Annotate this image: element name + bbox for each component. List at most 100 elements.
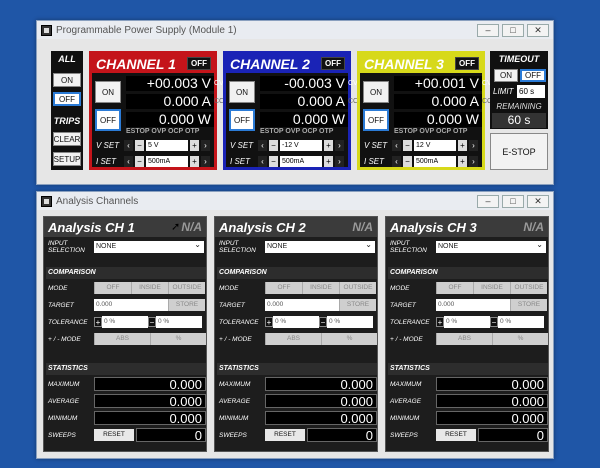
vset-right-arrow-icon[interactable]: ›: [335, 139, 344, 151]
tolerance-plus-icon[interactable]: +: [94, 317, 102, 327]
iset-right-arrow-icon[interactable]: ›: [201, 155, 210, 167]
channel-3-off-button[interactable]: OFF: [363, 109, 389, 131]
abs-mode-button[interactable]: ABS: [265, 333, 321, 345]
maximize-button[interactable]: □: [502, 23, 524, 37]
channel-3-power: 0.000 W: [394, 112, 482, 127]
input-selection-dropdown[interactable]: NONE: [436, 239, 546, 253]
iset-input[interactable]: 500mA: [146, 155, 188, 167]
iset-right-arrow-icon[interactable]: ›: [335, 155, 344, 167]
vset-right-arrow-icon[interactable]: ›: [201, 139, 210, 151]
channel-2-on-button[interactable]: ON: [229, 81, 255, 103]
vset-decrement-button[interactable]: −: [135, 139, 144, 151]
mode-outside-button[interactable]: OUTSIDE: [339, 282, 376, 294]
vset-increment-button[interactable]: +: [190, 139, 199, 151]
tolerance-plus-input[interactable]: 0 %: [444, 316, 490, 328]
mode-off-button[interactable]: OFF: [94, 282, 131, 294]
mode-inside-button[interactable]: INSIDE: [473, 282, 510, 294]
store-button[interactable]: STORE: [168, 299, 205, 311]
store-button[interactable]: STORE: [339, 299, 376, 311]
target-row: TARGET 0.000 STORE: [217, 298, 377, 312]
tolerance-minus-input[interactable]: 0 %: [156, 316, 202, 328]
tolerance-plus-input[interactable]: 0 %: [273, 316, 319, 328]
all-on-button[interactable]: ON: [53, 73, 81, 87]
iset-left-arrow-icon[interactable]: ‹: [124, 155, 133, 167]
timeout-off-button[interactable]: OFF: [520, 69, 546, 82]
reset-button[interactable]: RESET: [94, 429, 134, 441]
tolerance-minus-icon[interactable]: −: [319, 317, 327, 327]
percent-mode-button[interactable]: %: [150, 333, 206, 345]
timeout-on-button[interactable]: ON: [494, 69, 518, 82]
tolerance-plus-icon[interactable]: +: [436, 317, 444, 327]
tolerance-minus-icon[interactable]: −: [148, 317, 156, 327]
vset-increment-button[interactable]: +: [324, 139, 333, 151]
clear-button[interactable]: CLEAR: [53, 132, 81, 146]
vset-decrement-button[interactable]: −: [269, 139, 278, 151]
iset-left-arrow-icon[interactable]: ‹: [258, 155, 267, 167]
iset-decrement-button[interactable]: −: [135, 155, 144, 167]
mode-inside-button[interactable]: INSIDE: [131, 282, 168, 294]
all-off-button[interactable]: OFF: [53, 92, 81, 106]
target-input[interactable]: 0.000: [94, 299, 168, 311]
tolerance-plus-input[interactable]: 0 %: [102, 316, 148, 328]
close-button[interactable]: ✕: [527, 194, 549, 208]
vset-left-arrow-icon[interactable]: ‹: [124, 139, 133, 151]
power-supply-titlebar[interactable]: Programmable Power Supply (Module 1) – □…: [37, 21, 553, 39]
vset-input[interactable]: 12 V: [414, 139, 456, 151]
estop-button[interactable]: E-STOP: [490, 133, 548, 170]
mode-inside-button[interactable]: INSIDE: [302, 282, 339, 294]
vset-input[interactable]: 5 V: [146, 139, 188, 151]
analysis-titlebar[interactable]: Analysis Channels – □ ✕: [37, 192, 553, 210]
mode-off-button[interactable]: OFF: [436, 282, 473, 294]
limit-input[interactable]: 60 s: [517, 85, 545, 98]
vset-input[interactable]: -12 V: [280, 139, 322, 151]
mode-outside-button[interactable]: OUTSIDE: [168, 282, 205, 294]
mode-outside-button[interactable]: OUTSIDE: [510, 282, 547, 294]
input-selection-dropdown[interactable]: NONE: [94, 239, 204, 253]
channel-2-off-button[interactable]: OFF: [229, 109, 255, 131]
iset-increment-button[interactable]: +: [190, 155, 199, 167]
target-input[interactable]: 0.000: [436, 299, 510, 311]
abs-mode-button[interactable]: ABS: [436, 333, 492, 345]
reset-button[interactable]: RESET: [436, 429, 476, 441]
vset-right-arrow-icon[interactable]: ›: [469, 139, 478, 151]
channel-3-on-button[interactable]: ON: [363, 81, 389, 103]
abs-mode-button[interactable]: ABS: [94, 333, 150, 345]
iset-left-arrow-icon[interactable]: ‹: [392, 155, 401, 167]
cc-indicator: CC: [348, 98, 359, 105]
tolerance-minus-icon[interactable]: −: [490, 317, 498, 327]
iset-input[interactable]: 500mA: [414, 155, 456, 167]
vset-decrement-button[interactable]: −: [403, 139, 412, 151]
minimize-button[interactable]: –: [477, 23, 499, 37]
percent-mode-button[interactable]: %: [321, 333, 377, 345]
vset-left-arrow-icon[interactable]: ‹: [258, 139, 267, 151]
tolerance-plus-icon[interactable]: +: [265, 317, 273, 327]
percent-mode-button[interactable]: %: [492, 333, 548, 345]
vset-left-arrow-icon[interactable]: ‹: [392, 139, 401, 151]
setup-button[interactable]: SETUP: [53, 152, 81, 166]
iset-increment-button[interactable]: +: [458, 155, 467, 167]
minimize-button[interactable]: –: [477, 194, 499, 208]
iset-increment-button[interactable]: +: [324, 155, 333, 167]
close-button[interactable]: ✕: [527, 23, 549, 37]
iset-decrement-button[interactable]: −: [269, 155, 278, 167]
channel-1-off-button[interactable]: OFF: [95, 109, 121, 131]
tolerance-minus-input[interactable]: 0 %: [327, 316, 373, 328]
iset-right-arrow-icon[interactable]: ›: [469, 155, 478, 167]
target-input[interactable]: 0.000: [265, 299, 339, 311]
tolerance-row: TOLERANCE + 0 % − 0 %: [217, 315, 377, 329]
mode-off-button[interactable]: OFF: [265, 282, 302, 294]
vset-increment-button[interactable]: +: [458, 139, 467, 151]
store-button[interactable]: STORE: [510, 299, 547, 311]
tolerance-minus-input[interactable]: 0 %: [498, 316, 544, 328]
maximize-button[interactable]: □: [502, 194, 524, 208]
power-value: 0.000 W: [426, 111, 479, 127]
input-selection-dropdown[interactable]: NONE: [265, 239, 375, 253]
iset-decrement-button[interactable]: −: [403, 155, 412, 167]
reset-button[interactable]: RESET: [265, 429, 305, 441]
channel-1-current: 0.000 A CC: [126, 94, 224, 109]
channel-1-voltage: +00.003 V CV: [126, 76, 224, 91]
iset-input[interactable]: 500mA: [280, 155, 322, 167]
channel-1-on-button[interactable]: ON: [95, 81, 121, 103]
input-selection-label: INPUT SELECTION: [390, 240, 427, 254]
minimum-value: 0.000: [436, 411, 548, 426]
